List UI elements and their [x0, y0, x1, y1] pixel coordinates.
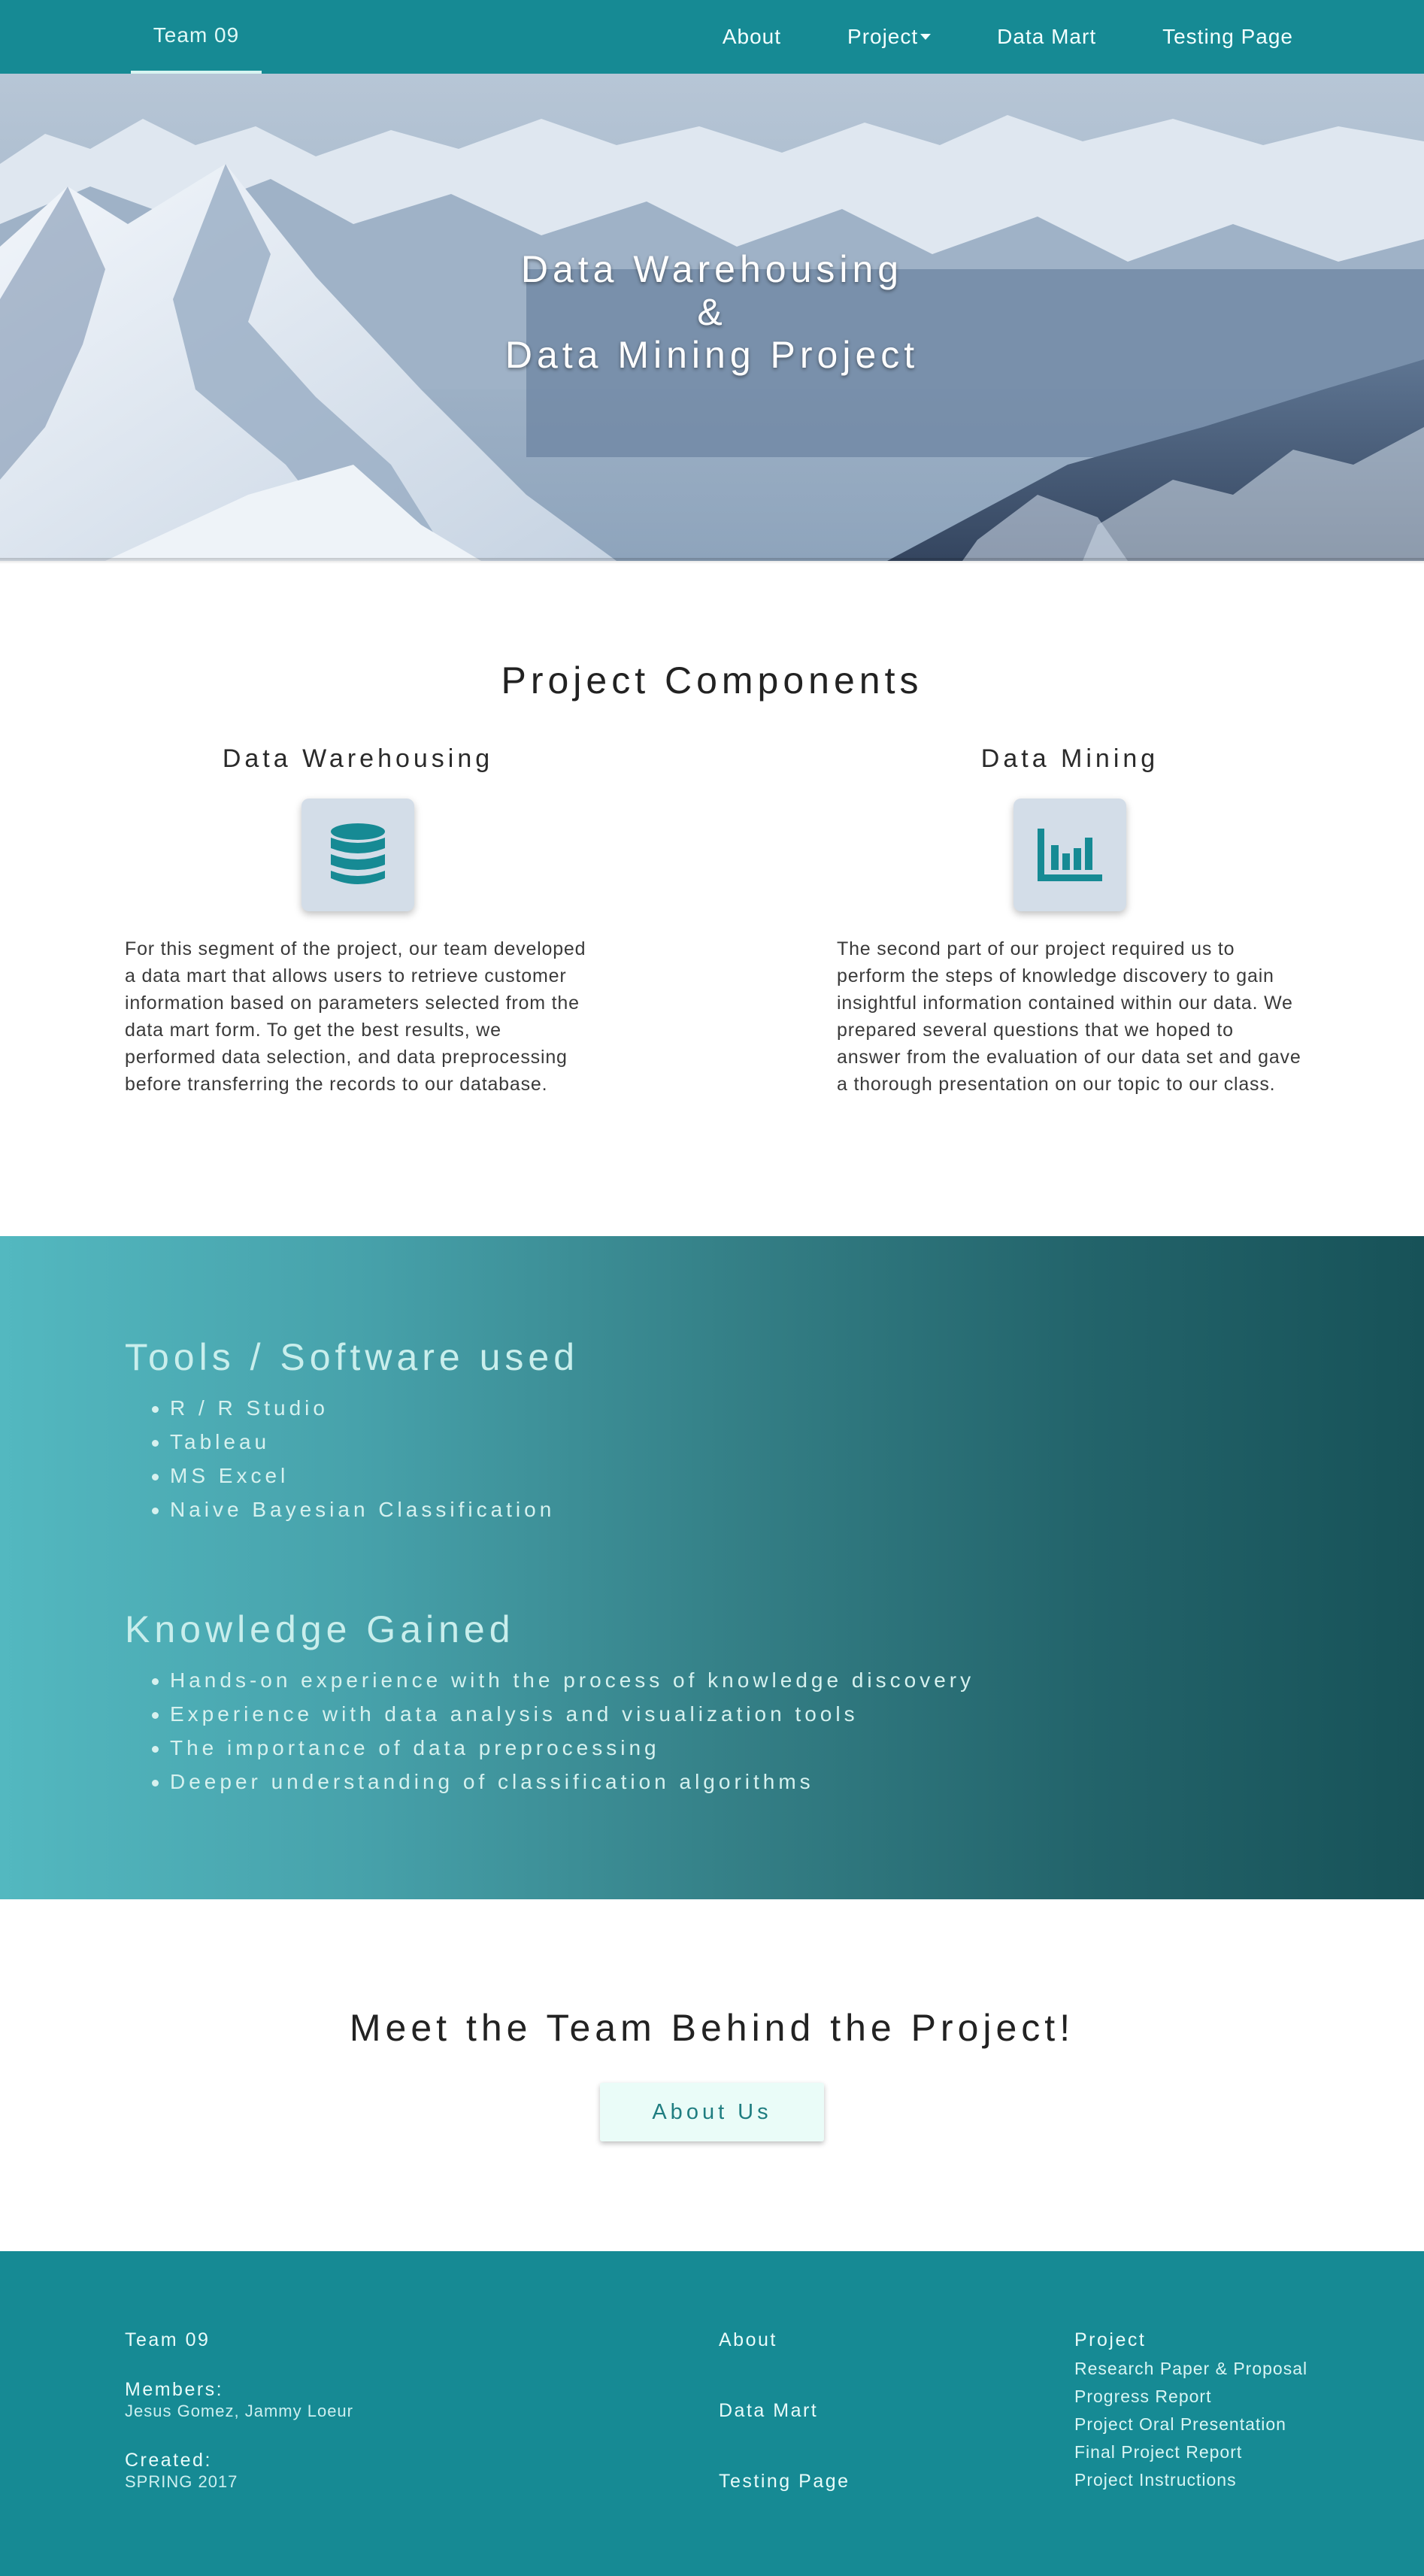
- database-icon: [331, 823, 385, 884]
- footer-project-link[interactable]: Project Oral Presentation: [1074, 2414, 1286, 2435]
- components-title: Project Components: [501, 659, 923, 702]
- footer-project-link[interactable]: Research Paper & Proposal: [1074, 2359, 1307, 2379]
- list-item: The importance of data preprocessing: [151, 1731, 974, 1765]
- list-item: Experience with data analysis and visual…: [151, 1697, 974, 1731]
- footer-created: SPRING 2017: [125, 2472, 238, 2491]
- list-item: Tableau: [151, 1425, 555, 1459]
- hero-title-line-3: Data Mining Project: [504, 334, 920, 376]
- nav-brand-link[interactable]: Team 09: [131, 0, 262, 74]
- nav-link-about[interactable]: About: [723, 25, 781, 49]
- component-heading: Data Mining: [980, 744, 1159, 773]
- footer-members-label: Members:: [125, 2379, 224, 2400]
- component-description: The second part of our project required …: [837, 938, 1301, 1095]
- about-us-button[interactable]: About Us: [600, 2083, 824, 2141]
- footer-team-name: Team 09: [125, 2329, 211, 2350]
- database-icon-box: [301, 799, 414, 911]
- hero-shadow: [0, 558, 1424, 564]
- footer: Team 09 Members: Jesus Gomez, Jammy Loeu…: [0, 2251, 1424, 2576]
- list-item: R / R Studio: [151, 1391, 555, 1425]
- footer-link-data-mart[interactable]: Data Mart: [719, 2400, 818, 2422]
- footer-link-testing-page[interactable]: Testing Page: [719, 2471, 850, 2493]
- list-item: Naive Bayesian Classification: [151, 1493, 555, 1526]
- footer-project-label: Project: [1074, 2329, 1147, 2350]
- list-item: MS Excel: [151, 1459, 555, 1493]
- nav-link-testing-page[interactable]: Testing Page: [1162, 25, 1293, 49]
- list-item: Hands-on experience with the process of …: [151, 1663, 974, 1697]
- component-heading: Data Warehousing: [222, 744, 494, 773]
- footer-project-link[interactable]: Final Project Report: [1074, 2442, 1242, 2462]
- team-title: Meet the Team Behind the Project!: [349, 2007, 1075, 2049]
- hero-banner: Data Warehousing & Data Mining Project: [0, 74, 1424, 561]
- nav-links: About Project Data Mart Testing Page: [656, 0, 1293, 74]
- tools-list: R / R Studio Tableau MS Excel Naive Baye…: [151, 1391, 555, 1526]
- caret-down-icon: [920, 34, 932, 40]
- hero-title: Data Warehousing & Data Mining Project: [0, 248, 1424, 377]
- nav-link-data-mart[interactable]: Data Mart: [997, 25, 1096, 49]
- footer-project-link[interactable]: Project Instructions: [1074, 2470, 1237, 2490]
- footer-link-about[interactable]: About: [719, 2329, 777, 2351]
- knowledge-title: Knowledge Gained: [125, 1608, 515, 1650]
- hero-title-line-2: &: [697, 291, 727, 333]
- nav-link-project-label: Project: [847, 25, 919, 48]
- component-data-mining: Data Mining The second part of our proje…: [837, 744, 1303, 1098]
- component-data-warehousing: Data Warehousing For this segment of the…: [125, 744, 591, 1098]
- tools-title: Tools / Software used: [125, 1336, 580, 1378]
- footer-project-link[interactable]: Progress Report: [1074, 2387, 1211, 2407]
- bar-chart-icon-box: [1013, 799, 1126, 911]
- footer-members: Jesus Gomez, Jammy Loeur: [125, 2402, 353, 2420]
- hero-title-line-1: Data Warehousing: [520, 248, 904, 290]
- tools-knowledge-section: Tools / Software used R / R Studio Table…: [0, 1236, 1424, 1899]
- navbar: Team 09 About Project Data Mart Testing …: [0, 0, 1424, 74]
- list-item: Deeper understanding of classification a…: [151, 1765, 974, 1799]
- bar-chart-icon: [1038, 829, 1102, 881]
- component-description: For this segment of the project, our tea…: [125, 938, 586, 1095]
- nav-link-project-dropdown[interactable]: Project: [847, 25, 932, 49]
- knowledge-list: Hands-on experience with the process of …: [151, 1663, 974, 1799]
- footer-created-label: Created:: [125, 2450, 212, 2471]
